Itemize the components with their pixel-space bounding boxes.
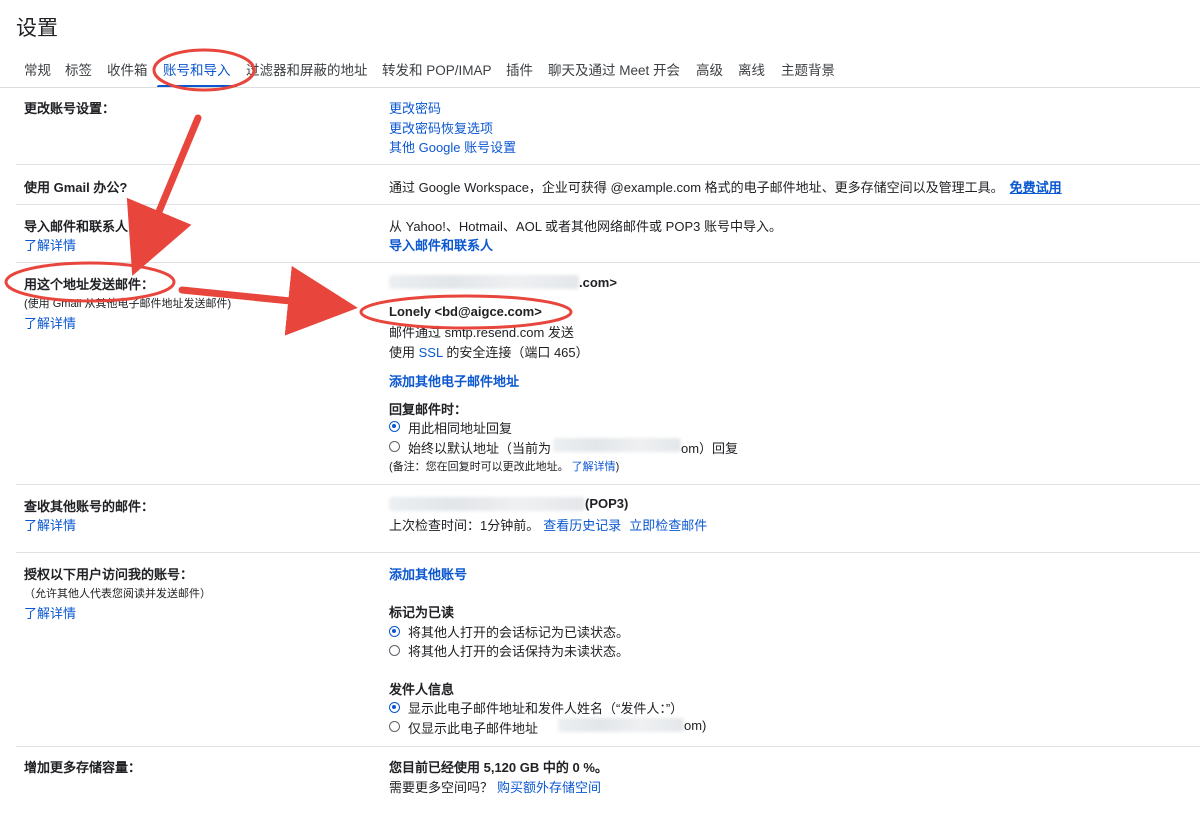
change-recovery-link[interactable]: 更改密码恢复选项 bbox=[389, 118, 493, 137]
storage-more-space: 需要更多空间吗？ 购买额外存储空间 bbox=[389, 777, 601, 796]
send-as-address-1: .com> bbox=[579, 275, 617, 290]
reply-note-text: (备注：您在回复时可以更改此地址。 bbox=[389, 461, 569, 473]
keep-unread-label: 将其他人打开的会话保持为未读状态。 bbox=[408, 644, 630, 659]
redacted-email bbox=[389, 497, 585, 511]
ssl-info: 使用 SSL 的安全连接（端口 465） bbox=[389, 342, 589, 361]
change-password-link[interactable]: 更改密码 bbox=[389, 98, 441, 117]
grant-access-sublabel: （允许其他人代表您阅读并发送邮件） bbox=[24, 588, 211, 600]
tab-forwarding-pop-imap[interactable]: 转发和 POP/IMAP bbox=[382, 59, 492, 79]
grant-access-label: 授权以下用户访问我的账号： bbox=[24, 567, 194, 582]
workspace-label: 使用 Gmail 办公? bbox=[24, 180, 128, 195]
show-address-only-suffix: om) bbox=[684, 718, 707, 733]
tab-advanced[interactable]: 高级 bbox=[696, 59, 723, 79]
import-description: 从 Yahoo!、Hotmail、AOL 或者其他网络邮件或 POP3 账号中导… bbox=[389, 219, 782, 234]
add-email-address-link[interactable]: 添加其他电子邮件地址 bbox=[389, 371, 519, 390]
redacted-email bbox=[558, 718, 684, 732]
divider bbox=[16, 746, 1200, 747]
tab-filters[interactable]: 过滤器和屏蔽的地址 bbox=[246, 59, 368, 79]
add-another-account-link[interactable]: 添加其他账号 bbox=[389, 564, 467, 583]
keep-unread-radio[interactable] bbox=[389, 645, 400, 656]
tab-addons[interactable]: 插件 bbox=[506, 59, 533, 79]
grant-access-learn-more-link[interactable]: 了解详情 bbox=[24, 603, 76, 622]
reply-default-address-label: 始终以默认地址（当前为 bbox=[408, 441, 552, 456]
reply-note-learn-more-link[interactable]: 了解详情 bbox=[572, 461, 616, 473]
workspace-description: 通过 Google Workspace，企业可获得 @example.com 格… bbox=[389, 180, 1004, 195]
divider bbox=[16, 552, 1200, 553]
reply-note-close: ) bbox=[615, 461, 620, 473]
redacted-email bbox=[553, 438, 681, 452]
google-account-settings-link[interactable]: 其他 Google 账号设置 bbox=[389, 137, 516, 156]
redacted-email bbox=[389, 275, 579, 289]
view-history-link[interactable]: 查看历史记录 bbox=[543, 518, 621, 533]
settings-tabs: 常规 标签 收件箱 账号和导入 过滤器和屏蔽的地址 转发和 POP/IMAP 插… bbox=[0, 56, 1200, 88]
reply-heading: 回复邮件时： bbox=[389, 402, 468, 417]
show-address-and-name-label: 显示此电子邮件地址和发件人姓名（“发件人：”） bbox=[408, 701, 684, 716]
last-check-info: 上次检查时间：1分钟前。 查看历史记录 立即检查邮件 bbox=[389, 515, 707, 534]
divider bbox=[16, 262, 1200, 263]
import-learn-more-link[interactable]: 了解详情 bbox=[24, 235, 76, 254]
buy-storage-link[interactable]: 购买额外存储空间 bbox=[497, 780, 601, 795]
storage-usage: 您目前已经使用 5,120 GB 中的 0 %。 bbox=[389, 760, 608, 775]
tab-labels[interactable]: 标签 bbox=[65, 59, 92, 79]
tab-accounts-import[interactable]: 账号和导入 bbox=[163, 59, 231, 79]
mark-read-heading: 标记为已读 bbox=[389, 605, 455, 620]
ssl-suffix: 的安全连接（端口 465） bbox=[442, 345, 589, 360]
check-mail-label: 查收其他账号的邮件： bbox=[24, 499, 155, 514]
sender-info-heading: 发件人信息 bbox=[389, 682, 455, 697]
import-mail-contacts-link[interactable]: 导入邮件和联系人 bbox=[389, 235, 493, 254]
tab-chat-meet[interactable]: 聊天及通过 Meet 开会 bbox=[548, 59, 680, 79]
check-mail-learn-more-link[interactable]: 了解详情 bbox=[24, 515, 76, 534]
free-trial-link[interactable]: 免费试用 bbox=[1010, 180, 1062, 195]
pop3-account: (POP3) bbox=[585, 496, 629, 511]
divider bbox=[16, 204, 1200, 205]
show-address-only-label: 仅显示此电子邮件地址 bbox=[408, 721, 539, 736]
tab-inbox[interactable]: 收件箱 bbox=[107, 59, 148, 79]
last-check-text: 上次检查时间：1分钟前。 bbox=[389, 518, 540, 533]
more-space-question: 需要更多空间吗？ bbox=[389, 780, 494, 795]
divider bbox=[16, 164, 1200, 165]
ssl-link[interactable]: SSL bbox=[419, 345, 443, 360]
send-as-label: 用这个地址发送邮件： bbox=[24, 277, 155, 292]
tabs-divider bbox=[0, 87, 1200, 88]
change-account-label: 更改账号设置： bbox=[24, 101, 116, 116]
send-as-sublabel: (使用 Gmail 从其他电子邮件地址发送邮件) bbox=[24, 298, 232, 310]
show-address-and-name-radio[interactable] bbox=[389, 702, 400, 713]
mark-as-read-radio[interactable] bbox=[389, 626, 400, 637]
tab-offline[interactable]: 离线 bbox=[738, 59, 765, 79]
divider bbox=[16, 484, 1200, 485]
smtp-info: 邮件通过 smtp.resend.com 发送 bbox=[389, 325, 574, 340]
reply-default-address-suffix: om）回复 bbox=[681, 441, 739, 456]
send-as-learn-more-link[interactable]: 了解详情 bbox=[24, 313, 76, 332]
tab-general[interactable]: 常规 bbox=[24, 59, 51, 79]
ssl-prefix: 使用 bbox=[389, 345, 419, 360]
page-title: 设置 bbox=[16, 17, 58, 40]
storage-label: 增加更多存储容量： bbox=[24, 760, 142, 775]
workspace-text: 通过 Google Workspace，企业可获得 @example.com 格… bbox=[389, 177, 1062, 196]
send-as-address-2: Lonely <bd@aigce.com> bbox=[389, 304, 542, 319]
annotation-arrow-down bbox=[126, 114, 202, 276]
reply-same-address-label: 用此相同地址回复 bbox=[408, 421, 513, 436]
import-label: 导入邮件和联系人： bbox=[24, 219, 142, 234]
reply-same-address-radio[interactable] bbox=[389, 421, 400, 432]
mark-as-read-label: 将其他人打开的会话标记为已读状态。 bbox=[408, 625, 630, 640]
reply-note: (备注：您在回复时可以更改此地址。 了解详情) bbox=[389, 458, 619, 474]
check-mail-now-link[interactable]: 立即检查邮件 bbox=[629, 518, 707, 533]
tab-themes[interactable]: 主题背景 bbox=[781, 59, 835, 79]
reply-default-address-radio[interactable] bbox=[389, 441, 400, 452]
show-address-only-radio[interactable] bbox=[389, 721, 400, 732]
